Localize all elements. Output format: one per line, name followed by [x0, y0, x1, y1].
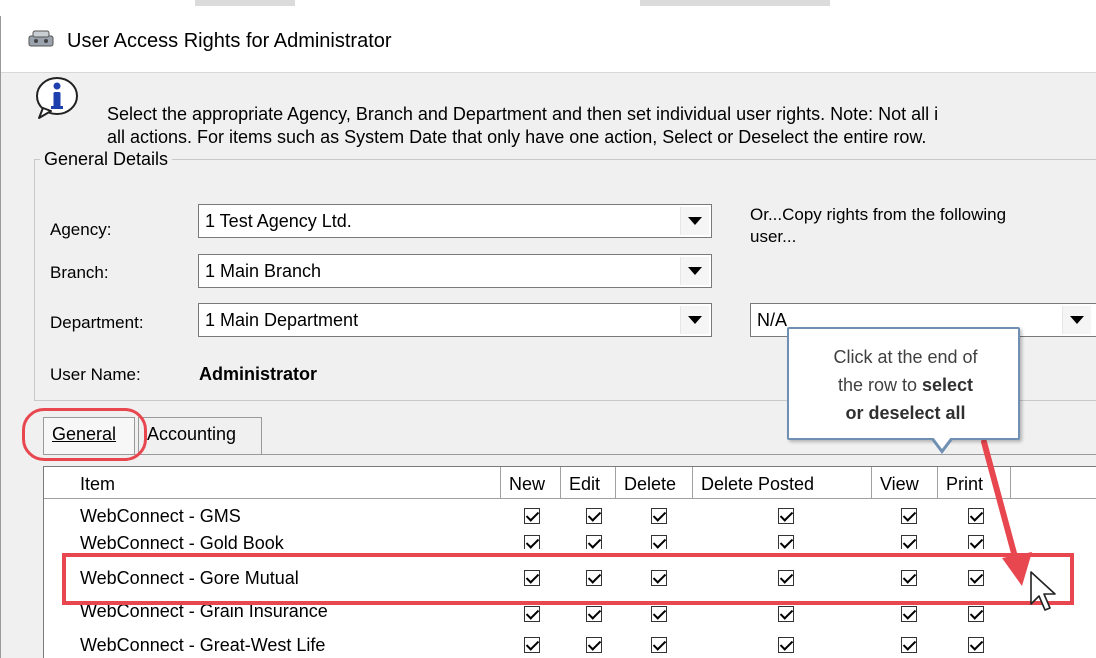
branch-label: Branch: — [50, 263, 109, 282]
info-icon — [36, 77, 78, 119]
callout-line-3-bold: or deselect all — [845, 403, 966, 423]
callout-text: Click at the end of the row to select or… — [789, 343, 1022, 427]
chevron-down-icon[interactable] — [680, 257, 709, 285]
checkbox-view[interactable] — [901, 637, 917, 653]
key-users-icon — [28, 30, 54, 47]
checkbox-print[interactable] — [968, 637, 984, 653]
title-bar: User Access Rights for Administrator — [1, 16, 1096, 73]
checkbox-edit[interactable] — [586, 637, 602, 653]
checkbox-new[interactable] — [524, 637, 540, 653]
checkbox-delete[interactable] — [651, 606, 667, 622]
checkbox-delete[interactable] — [651, 637, 667, 653]
user-name-value: Administrator — [199, 364, 318, 384]
checkbox-view[interactable] — [901, 508, 917, 524]
callout-line-2-plain: the row to — [837, 375, 922, 395]
branch-value: 1 Main Branch — [205, 261, 322, 281]
checkbox-new[interactable] — [524, 606, 540, 622]
copy-rights-label-2: user... — [750, 227, 797, 246]
column-header-view[interactable]: View — [872, 467, 938, 499]
instructions-line-1: Select the appropriate Agency, Branch an… — [107, 104, 939, 124]
department-value: 1 Main Department — [205, 310, 359, 330]
column-header-delete[interactable]: Delete — [616, 467, 693, 499]
instructions-line-2: all actions. For items such as System Da… — [107, 127, 927, 147]
window-title: User Access Rights for Administrator — [67, 30, 392, 52]
general-details-legend: General Details — [40, 149, 173, 170]
checkbox-delete-posted[interactable] — [778, 535, 794, 549]
selected-row-highlight — [62, 553, 1074, 605]
column-header-edit[interactable]: Edit — [561, 467, 616, 499]
checkbox-view[interactable] — [901, 535, 917, 549]
callout-tail-inner — [933, 437, 951, 449]
row-item-name: WebConnect - Great-West Life — [80, 635, 326, 655]
tab-divider — [43, 454, 1096, 455]
checkbox-edit[interactable] — [586, 508, 602, 524]
column-header-new[interactable]: New — [501, 467, 561, 499]
checkbox-delete[interactable] — [651, 535, 667, 549]
agency-label: Agency: — [50, 220, 112, 239]
checkbox-delete-posted[interactable] — [778, 637, 794, 653]
checkbox-view[interactable] — [901, 606, 917, 622]
checkbox-edit[interactable] — [586, 535, 602, 549]
mouse-cursor-icon — [1030, 571, 1056, 611]
branch-select[interactable]: 1 Main Branch — [198, 254, 712, 288]
pointer-arrow-icon — [981, 439, 1032, 586]
checkbox-print[interactable] — [968, 606, 984, 622]
chevron-down-icon[interactable] — [1062, 306, 1091, 334]
agency-select[interactable]: 1 Test Agency Ltd. — [198, 204, 712, 238]
table-row[interactable]: WebConnect - Great-West Life — [44, 629, 1096, 658]
checkbox-delete[interactable] — [651, 508, 667, 524]
tab-accounting[interactable]: Accounting — [138, 417, 262, 454]
callout-line-1: Click at the end of — [833, 347, 978, 367]
callout-line-3: or deselect all — [789, 399, 1022, 427]
callout-bubble: Click at the end of the row to select or… — [787, 327, 1020, 440]
copy-rights-value: N/A — [757, 310, 788, 330]
callout-line-2: the row to select — [789, 371, 1022, 399]
department-select[interactable]: 1 Main Department — [198, 303, 712, 337]
column-header-delete-posted[interactable]: Delete Posted — [693, 467, 872, 499]
callout-line-2-bold: select — [922, 375, 974, 395]
column-header-item[interactable]: Item — [44, 467, 501, 499]
instructions-note: Select the appropriate Agency, Branch an… — [107, 103, 938, 149]
checkbox-edit[interactable] — [586, 606, 602, 622]
tab-accounting-label: Accounting — [147, 424, 237, 444]
checkbox-delete-posted[interactable] — [778, 606, 794, 622]
chevron-down-icon[interactable] — [680, 306, 709, 334]
checkbox-new[interactable] — [524, 535, 540, 549]
copy-rights-label-1: Or...Copy rights from the following — [750, 205, 1007, 224]
general-tab-highlight — [22, 408, 147, 461]
table-row[interactable]: WebConnect - GMS — [44, 499, 1096, 531]
background-window-strip — [0, 0, 1096, 16]
row-item-name: WebConnect - Gold Book — [80, 533, 284, 549]
department-label: Department: — [50, 313, 144, 332]
chevron-down-icon[interactable] — [680, 207, 709, 235]
agency-value: 1 Test Agency Ltd. — [205, 211, 352, 231]
checkbox-new[interactable] — [524, 508, 540, 524]
row-item-name: WebConnect - GMS — [80, 506, 241, 526]
user-name-label: User Name: — [50, 365, 141, 384]
checkbox-delete-posted[interactable] — [778, 508, 794, 524]
table-row[interactable]: WebConnect - Gold Book — [44, 531, 1096, 549]
